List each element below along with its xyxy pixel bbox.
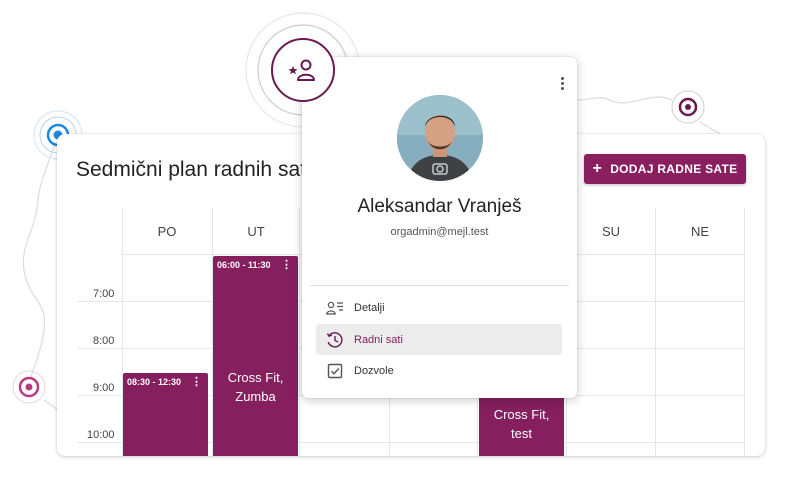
more-vert-icon[interactable] — [561, 77, 565, 92]
calendar-event[interactable]: 06:00 - 11:30 ⋮ Cross Fit, Zumba — [213, 256, 298, 456]
menu-item-working-hours[interactable]: Radni sati — [316, 324, 562, 355]
page-title: Sedmični plan radnih sati — [76, 158, 311, 181]
day-header-su: SU — [601, 224, 621, 239]
time-label: 7:00 — [93, 288, 115, 300]
more-vert-icon[interactable]: ⋮ — [191, 375, 202, 388]
profile-name: Aleksandar Vranješ — [357, 196, 522, 217]
menu-item-label: Radni sati — [354, 333, 403, 346]
more-vert-icon[interactable]: ⋮ — [281, 258, 292, 271]
plus-icon: + — [592, 160, 603, 177]
event-name-line: Zumba — [235, 389, 276, 404]
divider — [310, 285, 569, 286]
add-button-label: DODAJ RADNE SATE — [610, 162, 738, 176]
purple-marker-icon — [12, 370, 46, 404]
checkbox-icon — [316, 363, 354, 379]
menu-item-permissions[interactable]: Dozvole — [316, 355, 562, 386]
event-time: 06:00 - 11:30 — [217, 260, 271, 270]
add-working-hours-button[interactable]: + DODAJ RADNE SATE — [584, 154, 746, 184]
day-header-po: PO — [157, 224, 177, 239]
time-label: 9:00 — [93, 382, 115, 394]
profile-popup: Aleksandar Vranješ orgadmin@mejl.test De… — [302, 57, 577, 398]
time-label: 8:00 — [93, 335, 115, 347]
menu-item-label: Dozvole — [354, 364, 394, 377]
menu-item-label: Detalji — [354, 301, 385, 314]
purple-marker-icon — [671, 90, 705, 124]
event-name-line: Cross Fit, — [227, 370, 284, 385]
profile-email: orgadmin@mejl.test — [390, 226, 489, 238]
add-user-button[interactable] — [271, 38, 335, 102]
day-header-ne: NE — [690, 224, 710, 239]
calendar-event[interactable]: 08:30 - 12:30 ⋮ — [123, 373, 208, 456]
menu-item-details[interactable]: Detalji — [316, 292, 562, 323]
avatar[interactable] — [397, 95, 483, 181]
clock-history-icon — [316, 331, 354, 349]
person-star-icon — [288, 59, 315, 81]
time-label: 10:00 — [87, 429, 115, 441]
person-details-icon — [316, 300, 354, 316]
event-name-line: test — [511, 426, 532, 441]
day-header-ut: UT — [247, 224, 265, 239]
event-time: 08:30 - 12:30 — [127, 377, 182, 387]
event-name-line: Cross Fit, — [493, 407, 550, 422]
